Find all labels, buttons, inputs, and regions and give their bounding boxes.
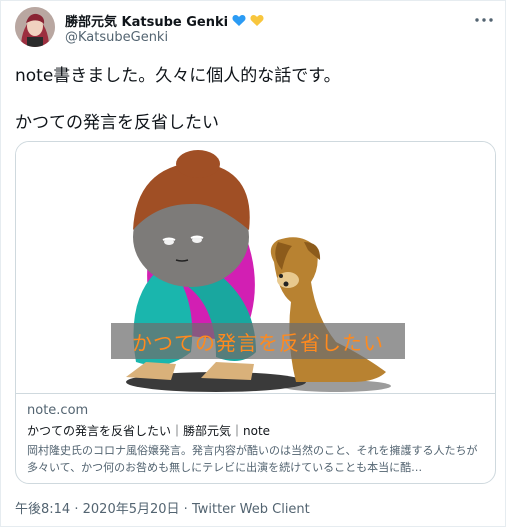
card-description: 岡村隆史氏のコロナ風俗嬢発言。発言内容が酷いのは当然のこと、それを擁護する人たち…: [27, 444, 478, 474]
card-image-overlay-text: かつての発言を反省したい: [132, 330, 384, 355]
meta-separator: ·: [183, 502, 188, 517]
username[interactable]: @KatsubeGenki: [65, 30, 168, 45]
tweet-metadata: 午後8:14 · 2020年5月20日 · Twitter Web Client: [15, 498, 310, 517]
link-card[interactable]: かつての発言を反省したい note.com かつての発言を反省したい｜勝部元気｜…: [15, 141, 496, 484]
tweet: 勝部元気 Katsube Genki @KatsubeGenki note書きま…: [0, 0, 506, 527]
card-meta: note.com かつての発言を反省したい｜勝部元気｜note 岡村隆史氏のコロ…: [27, 402, 487, 476]
card-image-overlay: かつての発言を反省したい: [111, 323, 405, 359]
tweet-text-line: note書きました。久々に個人的な話です。: [15, 66, 341, 86]
card-image[interactable]: かつての発言を反省したい: [16, 142, 495, 394]
tweet-client[interactable]: Twitter Web Client: [192, 502, 310, 517]
yellow-heart-icon: [250, 15, 264, 26]
tweet-text-line: かつての発言を反省したい: [15, 113, 219, 133]
tweet-date[interactable]: 2020年5月20日: [83, 502, 180, 517]
tweet-time[interactable]: 午後8:14: [15, 502, 70, 517]
card-title: かつての発言を反省したい｜勝部元気｜note: [27, 424, 271, 438]
more-button[interactable]: [473, 9, 495, 31]
avatar[interactable]: [15, 7, 55, 47]
avatar-image: [15, 7, 55, 47]
card-domain: note.com: [27, 403, 89, 418]
blue-heart-icon: [232, 15, 246, 26]
author-name-row[interactable]: 勝部元気 Katsube Genki: [65, 11, 264, 30]
display-name[interactable]: 勝部元気 Katsube Genki: [65, 11, 228, 30]
meta-separator: ·: [74, 502, 79, 517]
more-dots-icon: [475, 18, 493, 22]
tweet-text: note書きました。久々に個人的な話です。 かつての発言を反省したい: [15, 64, 495, 135]
